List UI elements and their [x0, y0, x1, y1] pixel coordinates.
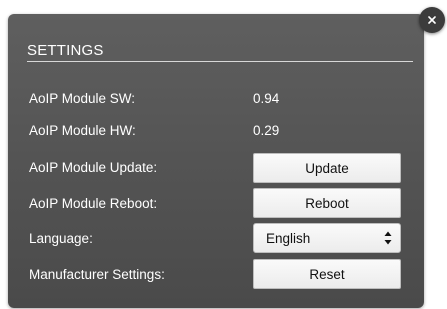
reboot-button[interactable]: Reboot [253, 188, 401, 218]
sw-version-value: 0.94 [253, 91, 280, 106]
sw-version-label: AoIP Module SW: [29, 91, 136, 106]
dialog-title: SETTINGS [27, 42, 104, 59]
title-divider [27, 61, 413, 62]
module-update-label: AoIP Module Update: [29, 160, 158, 175]
language-select[interactable]: English [253, 223, 401, 253]
reset-button[interactable]: Reset [253, 259, 401, 289]
hw-version-value: 0.29 [253, 123, 280, 138]
close-icon [428, 16, 436, 24]
update-button[interactable]: Update [253, 153, 401, 183]
chevron-updown-icon [384, 231, 392, 245]
module-reboot-label: AoIP Module Reboot: [29, 196, 158, 211]
language-select-value: English [266, 231, 311, 246]
language-label: Language: [29, 231, 93, 246]
hw-version-label: AoIP Module HW: [29, 123, 136, 138]
manufacturer-settings-label: Manufacturer Settings: [29, 267, 165, 282]
close-button[interactable] [419, 7, 445, 33]
settings-dialog: SETTINGS AoIP Module SW: 0.94 AoIP Modul… [8, 14, 424, 308]
